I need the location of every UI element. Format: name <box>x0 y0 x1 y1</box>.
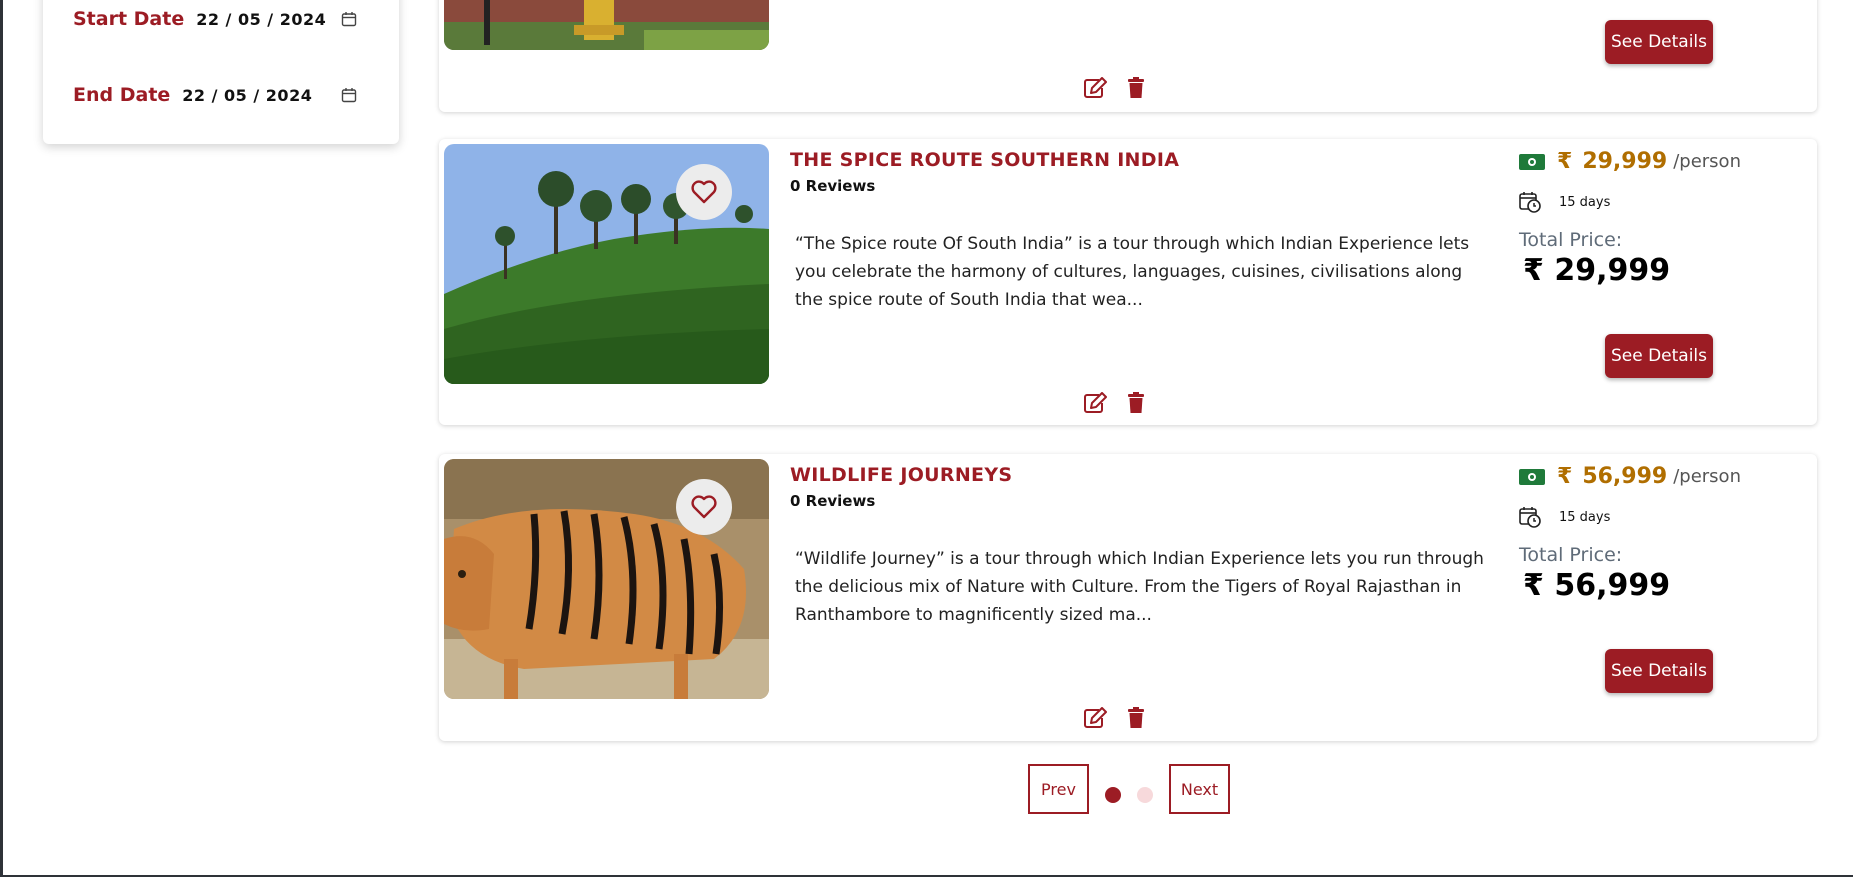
end-date-field[interactable]: End Date 22 / 05 / 2024 <box>73 84 357 106</box>
calendar-clock-icon <box>1519 507 1541 528</box>
total-price-value: ₹ 56,999 <box>1523 568 1671 603</box>
card-actions <box>1083 77 1145 99</box>
end-date-value[interactable]: 22 / 05 / 2024 <box>182 86 312 105</box>
calendar-icon[interactable] <box>341 11 357 27</box>
edit-icon[interactable] <box>1083 707 1107 729</box>
package-description: “Wildlife Journey” is a tour through whi… <box>795 549 1484 625</box>
heart-icon <box>691 180 717 204</box>
package-card: See Details <box>439 0 1817 112</box>
page-viewport: Start Date 22 / 05 / 2024 End Date 22 / … <box>3 0 1853 875</box>
card-actions <box>1083 707 1145 729</box>
money-icon <box>1519 153 1545 170</box>
start-date-label: Start Date <box>73 8 185 30</box>
calendar-clock-icon <box>1519 192 1541 213</box>
see-details-button[interactable]: See Details <box>1605 334 1713 378</box>
package-image[interactable] <box>444 459 769 699</box>
temple-pond-image <box>444 0 769 50</box>
package-image[interactable] <box>444 144 769 384</box>
trash-icon[interactable] <box>1127 707 1145 729</box>
review-count: 0 Reviews <box>790 492 876 510</box>
date-filter-card: Start Date 22 / 05 / 2024 End Date 22 / … <box>43 0 399 144</box>
price-currency: ₹ <box>1557 464 1573 489</box>
total-price-label: Total Price: <box>1519 544 1623 566</box>
page-dot[interactable] <box>1137 787 1153 803</box>
trash-icon[interactable] <box>1127 392 1145 414</box>
price-per-person: ₹ 29,999 /person <box>1519 149 1741 174</box>
package-title[interactable]: THE SPICE ROUTE SOUTHERN INDIA <box>790 149 1179 171</box>
price-currency: ₹ <box>1557 149 1573 174</box>
price-amount: 56,999 <box>1582 464 1668 489</box>
prev-button[interactable]: Prev <box>1028 764 1089 814</box>
package-image <box>444 0 769 50</box>
package-card: THE SPICE ROUTE SOUTHERN INDIA 0 Reviews… <box>439 139 1817 425</box>
card-actions <box>1083 392 1145 414</box>
total-price-value: ₹ 29,999 <box>1523 253 1671 288</box>
price-amount: 29,999 <box>1582 149 1668 174</box>
end-date-label: End Date <box>73 84 171 106</box>
edit-icon[interactable] <box>1083 392 1107 414</box>
total-price-label: Total Price: <box>1519 229 1623 251</box>
see-details-button[interactable]: See Details <box>1605 649 1713 693</box>
price-unit: /person <box>1673 151 1741 172</box>
favorite-button[interactable] <box>676 479 732 535</box>
favorite-button[interactable] <box>676 164 732 220</box>
duration: 15 days <box>1519 191 1610 213</box>
page-dot-active[interactable] <box>1105 787 1121 803</box>
duration-days: 15 days <box>1559 194 1611 210</box>
pagination: Prev Next <box>1028 764 1230 814</box>
next-button[interactable]: Next <box>1169 764 1230 814</box>
trash-icon[interactable] <box>1127 77 1145 99</box>
review-count: 0 Reviews <box>790 177 876 195</box>
money-icon <box>1519 468 1545 485</box>
duration-days: 15 days <box>1559 509 1611 525</box>
package-title[interactable]: WILDLIFE JOURNEYS <box>790 464 1012 486</box>
package-description: “The Spice route Of South India” is a to… <box>795 234 1470 310</box>
start-date-field[interactable]: Start Date 22 / 05 / 2024 <box>73 8 357 30</box>
calendar-icon[interactable] <box>341 87 357 103</box>
duration: 15 days <box>1519 506 1610 528</box>
price-unit: /person <box>1673 466 1741 487</box>
price-per-person: ₹ 56,999 /person <box>1519 464 1741 489</box>
heart-icon <box>691 495 717 519</box>
edit-icon[interactable] <box>1083 77 1107 99</box>
see-details-button[interactable]: See Details <box>1605 20 1713 64</box>
start-date-value[interactable]: 22 / 05 / 2024 <box>196 10 326 29</box>
package-card: WILDLIFE JOURNEYS 0 Reviews “Wildlife Jo… <box>439 454 1817 741</box>
